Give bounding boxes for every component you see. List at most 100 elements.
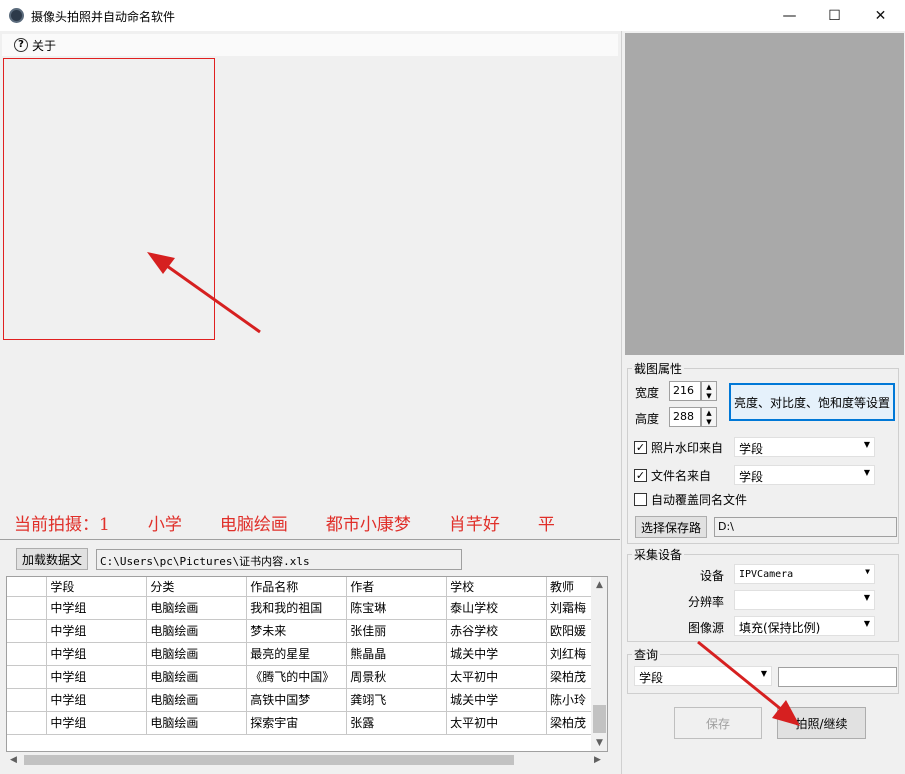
minimize-button[interactable]: — (767, 0, 812, 31)
table-cell[interactable]: 我和我的祖国 (246, 596, 348, 620)
spin-up-icon[interactable]: ▲ (706, 383, 711, 391)
chevron-down-icon[interactable]: ▼ (865, 567, 870, 576)
filename-source-select[interactable]: 学段 ▼ (734, 465, 875, 485)
overwrite-checkbox[interactable] (634, 493, 647, 506)
height-spinner[interactable]: ▲ ▼ (701, 407, 717, 427)
watermark-checkbox[interactable]: ✓ (634, 441, 647, 454)
save-path-field[interactable]: D:\ (714, 517, 897, 537)
menu-item-about[interactable]: 关于 (32, 37, 56, 54)
table-cell[interactable]: 电脑绘画 (146, 642, 248, 666)
table-cell[interactable]: 高铁中国梦 (246, 688, 348, 712)
table-cell[interactable]: 电脑绘画 (146, 711, 248, 735)
image-source-label: 图像源 (688, 621, 725, 635)
column-header[interactable]: 作品名称 (246, 577, 348, 597)
camera-preview (625, 33, 904, 355)
resolution-label: 分辨率 (688, 595, 725, 609)
chevron-down-icon[interactable]: ▼ (864, 619, 870, 628)
row-header[interactable] (7, 596, 48, 620)
spin-down-icon[interactable]: ▼ (706, 418, 711, 426)
scroll-down-icon[interactable]: ▼ (596, 738, 603, 748)
data-file-path-field[interactable]: C:\Users\pc\Pictures\证书内容.xls (96, 549, 462, 570)
table-cell[interactable]: 太平初中 (446, 711, 547, 735)
row-header[interactable] (7, 642, 48, 666)
table-cell[interactable]: 电脑绘画 (146, 688, 248, 712)
current-capture-status: 当前拍摄：1 小学 电脑绘画 都市小康梦 肖芊好 平 (14, 510, 620, 536)
chevron-down-icon[interactable]: ▼ (864, 440, 870, 449)
close-button[interactable]: ✕ (858, 0, 903, 31)
height-input[interactable]: 288 (669, 407, 701, 427)
choose-save-path-button[interactable]: 选择保存路 (635, 516, 707, 538)
table-cell[interactable]: 张露 (346, 711, 448, 735)
row-header[interactable] (7, 619, 48, 643)
table-cell[interactable]: 探索宇宙 (246, 711, 348, 735)
table-cell[interactable]: 中学组 (46, 665, 148, 689)
scroll-left-icon[interactable]: ◀ (10, 755, 17, 765)
spin-down-icon[interactable]: ▼ (706, 392, 711, 400)
table-cell[interactable]: 《腾飞的中国》 (246, 665, 348, 689)
table-cell[interactable]: 中学组 (46, 596, 148, 620)
column-header[interactable]: 作者 (346, 577, 448, 597)
table-cell[interactable]: 中学组 (46, 619, 148, 643)
table-cell[interactable]: 熊晶晶 (346, 642, 448, 666)
query-field-value: 学段 (639, 671, 664, 685)
table-cell[interactable]: 电脑绘画 (146, 619, 248, 643)
scroll-up-icon[interactable]: ▲ (596, 580, 603, 590)
splitter[interactable] (0, 539, 620, 540)
watermark-label[interactable]: 照片水印来自 (651, 439, 723, 456)
watermark-source-select[interactable]: 学段 ▼ (734, 437, 875, 457)
row-header-corner (7, 577, 48, 597)
group-label: 查询 (632, 646, 661, 663)
table-cell[interactable]: 张佳丽 (346, 619, 448, 643)
table-cell[interactable]: 中学组 (46, 642, 148, 666)
table-cell[interactable]: 赤谷学校 (446, 619, 547, 643)
annotation-arrow (694, 638, 804, 730)
table-row[interactable]: 中学组 电脑绘画 我和我的祖国 陈宝琳 泰山学校 刘霜梅 (7, 596, 607, 620)
table-cell[interactable]: 周景秋 (346, 665, 448, 689)
row-header[interactable] (7, 665, 48, 689)
row-header[interactable] (7, 711, 48, 735)
chevron-down-icon[interactable]: ▼ (864, 593, 870, 602)
spin-up-icon[interactable]: ▲ (706, 409, 711, 417)
column-header[interactable]: 学段 (46, 577, 148, 597)
table-cell[interactable]: 电脑绘画 (146, 665, 248, 689)
load-data-button[interactable]: 加载数据文 (16, 548, 88, 570)
row-header[interactable] (7, 688, 48, 712)
table-row[interactable]: 中学组 电脑绘画 高铁中国梦 龚翊飞 城关中学 陈小玲 (7, 688, 607, 712)
resolution-select[interactable]: ▼ (734, 590, 875, 610)
chevron-down-icon[interactable]: ▼ (864, 468, 870, 477)
vertical-scroll-thumb[interactable] (593, 705, 606, 733)
table-row[interactable]: 中学组 电脑绘画 最亮的星星 熊晶晶 城关中学 刘红梅 (7, 642, 607, 666)
scroll-right-icon[interactable]: ▶ (594, 755, 601, 765)
table-cell[interactable]: 最亮的星星 (246, 642, 348, 666)
table-row[interactable]: 中学组 电脑绘画 《腾飞的中国》 周景秋 太平初中 梁柏茂 (7, 665, 607, 689)
table-cell[interactable]: 中学组 (46, 711, 148, 735)
table-cell[interactable]: 龚翊飞 (346, 688, 448, 712)
width-label: 宽度 (635, 386, 660, 400)
width-input[interactable]: 216 (669, 381, 701, 401)
table-cell[interactable]: 中学组 (46, 688, 148, 712)
filename-label[interactable]: 文件名来自 (651, 467, 711, 484)
table-cell[interactable]: 电脑绘画 (146, 596, 248, 620)
overwrite-label[interactable]: 自动覆盖同名文件 (651, 491, 747, 508)
maximize-button[interactable]: ☐ (812, 0, 857, 31)
help-icon[interactable]: ? (14, 38, 28, 52)
table-cell[interactable]: 泰山学校 (446, 596, 547, 620)
horizontal-scroll-thumb[interactable] (24, 755, 514, 765)
table-row[interactable]: 中学组 电脑绘画 梦未来 张佳丽 赤谷学校 欧阳媛 (7, 619, 607, 643)
image-adjust-button[interactable]: 亮度、对比度、饱和度等设置 (729, 383, 895, 421)
table-row[interactable]: 中学组 电脑绘画 探索宇宙 张露 太平初中 梁柏茂 (7, 711, 607, 735)
table-cell[interactable]: 梦未来 (246, 619, 348, 643)
watermark-source-value: 学段 (739, 442, 764, 456)
filename-checkbox[interactable]: ✓ (634, 469, 647, 482)
device-select[interactable]: IPVCamera ▼ (734, 564, 875, 584)
table-cell[interactable]: 城关中学 (446, 688, 547, 712)
width-spinner[interactable]: ▲ ▼ (701, 381, 717, 401)
data-grid[interactable]: 学段 分类 作品名称 作者 学校 教师 中学组 电脑绘画 我和我的祖国 陈宝琳 泰山学校… (6, 576, 608, 752)
menu-bar: ? 关于 (2, 34, 618, 56)
image-source-select[interactable]: 填充(保持比例) ▼ (734, 616, 875, 636)
table-cell[interactable]: 城关中学 (446, 642, 547, 666)
table-cell[interactable]: 陈宝琳 (346, 596, 448, 620)
column-header[interactable]: 分类 (146, 577, 248, 597)
table-cell[interactable]: 太平初中 (446, 665, 547, 689)
column-header[interactable]: 学校 (446, 577, 547, 597)
